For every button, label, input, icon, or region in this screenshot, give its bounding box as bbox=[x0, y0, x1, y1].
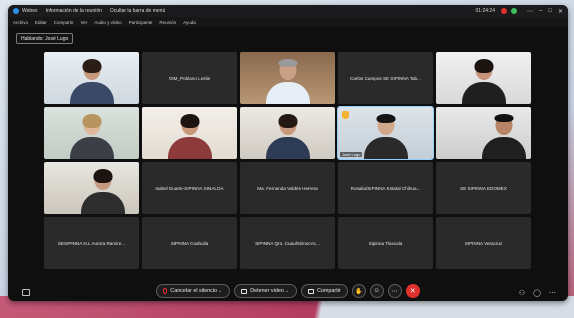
participant-tile[interactable]: OIM_Poblano Leslie bbox=[142, 52, 237, 104]
participant-video bbox=[167, 114, 213, 159]
participant-tile[interactable] bbox=[142, 107, 237, 159]
share-screen-icon bbox=[308, 288, 315, 294]
menu-ayuda[interactable]: Ayuda bbox=[183, 20, 196, 25]
raise-hand-icon bbox=[342, 111, 349, 119]
participant-name: SE SIPINNA EDOMEX bbox=[460, 185, 507, 191]
meeting-timer: 01:24:24 bbox=[475, 8, 495, 14]
unmute-button[interactable]: Cancelar el silencio ⌄ bbox=[156, 284, 231, 298]
participant-tile[interactable] bbox=[240, 52, 335, 104]
reactions-button[interactable]: ☺ bbox=[369, 284, 384, 298]
participant-name: José Lugo bbox=[340, 152, 363, 157]
share-button[interactable]: Compartir bbox=[301, 284, 348, 298]
chevron-down-icon[interactable]: ⌄ bbox=[285, 288, 289, 294]
minimize-icon[interactable]: – bbox=[539, 8, 542, 14]
participant-tile[interactable]: SIPINNA Coahuila bbox=[142, 217, 237, 269]
participant-tile[interactable] bbox=[436, 52, 531, 104]
menu-compartir[interactable]: Compartir bbox=[54, 20, 74, 25]
leave-meeting-button[interactable]: ✕ bbox=[405, 284, 420, 298]
participant-video bbox=[265, 114, 311, 159]
chevron-down-icon[interactable]: ⌄ bbox=[218, 288, 222, 294]
participant-name: Sipinna Tlaxcala bbox=[368, 240, 403, 246]
microphone-muted-icon bbox=[163, 288, 168, 294]
participant-name: SIPINNA Qro. CuauhtémocAc... bbox=[255, 240, 320, 246]
menu-editar[interactable]: Editar bbox=[35, 20, 47, 25]
video-grid: OIM_Poblano Leslie Carlos Campos SE SIPI… bbox=[44, 52, 531, 301]
meeting-controls: Cancelar el silencio ⌄ Detener video ⌄ C… bbox=[8, 281, 568, 301]
more-icon[interactable]: ⋯ bbox=[549, 289, 556, 297]
participant-video bbox=[80, 169, 126, 214]
menu-reunion[interactable]: Reunión bbox=[159, 20, 176, 25]
participant-tile[interactable]: SE SIPINNA EDOMEX bbox=[436, 162, 531, 214]
participant-tile[interactable]: SESIPINNA N.L Aurora Ramire... bbox=[44, 217, 139, 269]
menu-participante[interactable]: Participante bbox=[129, 20, 153, 25]
participant-video bbox=[69, 59, 115, 104]
webex-logo-icon bbox=[13, 8, 19, 14]
more-options-button[interactable]: ⋯ bbox=[387, 284, 402, 298]
panel-controls: ⚇ ◯ ⋯ bbox=[511, 289, 556, 297]
more-icon[interactable]: ⋯ bbox=[527, 8, 533, 15]
captions-icon[interactable] bbox=[22, 289, 30, 296]
participant-name: Carlos Campos SE SIPINNA Tab... bbox=[350, 75, 421, 81]
participant-name: OIM_Poblano Leslie bbox=[168, 75, 211, 81]
participant-name: Isabel Duarte-SIPINNA SINALOA bbox=[155, 185, 224, 191]
maximize-icon[interactable]: □ bbox=[548, 8, 552, 14]
participant-video bbox=[265, 59, 311, 104]
participant-video bbox=[69, 114, 115, 159]
app-name: Webex bbox=[22, 8, 38, 14]
active-speaker-label: Hablando: José Lugo bbox=[16, 33, 74, 44]
participant-tile[interactable]: Carlos Campos SE SIPINNA Tab... bbox=[338, 52, 433, 104]
participant-name: SIPINNA Coahuila bbox=[170, 240, 209, 246]
menu-audio-video[interactable]: Audio y vídeo bbox=[94, 20, 121, 25]
menu-ver[interactable]: Ver bbox=[81, 20, 88, 25]
share-label: Compartir bbox=[317, 288, 341, 294]
participant-tile[interactable] bbox=[44, 52, 139, 104]
recording-icon bbox=[501, 8, 507, 14]
participant-name: Rosalia/SIPINNA Estatal Chihua... bbox=[350, 185, 421, 191]
menu-archivo[interactable]: Archivo bbox=[13, 20, 28, 25]
participant-tile[interactable]: Sipinna Tlaxcala bbox=[338, 217, 433, 269]
raise-hand-button[interactable]: ✋ bbox=[351, 284, 366, 298]
participant-tile[interactable]: José Lugo bbox=[337, 106, 434, 160]
participant-tile[interactable]: Isabel Duarte-SIPINNA SINALOA bbox=[142, 162, 237, 214]
chat-icon[interactable]: ◯ bbox=[533, 289, 541, 297]
participant-name: SIPINNA Veracruz bbox=[464, 240, 503, 246]
participant-tile[interactable] bbox=[44, 162, 139, 214]
participant-tile[interactable]: Rosalia/SIPINNA Estatal Chihua... bbox=[338, 162, 433, 214]
hide-menu-button[interactable]: Ocultar la barra de menú bbox=[110, 8, 165, 14]
participant-tile[interactable]: SIPINNA Qro. CuauhtémocAc... bbox=[240, 217, 335, 269]
title-bar: Webex Información de la reunión Ocultar … bbox=[8, 5, 568, 17]
participant-tile[interactable] bbox=[240, 107, 335, 159]
participant-tile[interactable] bbox=[436, 107, 531, 159]
camera-icon bbox=[241, 288, 248, 294]
participant-tile[interactable] bbox=[44, 107, 139, 159]
menu-bar: Archivo Editar Compartir Ver Audio y víd… bbox=[8, 17, 568, 27]
stop-video-label: Detener video bbox=[250, 288, 284, 294]
meeting-info-link[interactable]: Información de la reunión bbox=[45, 8, 101, 14]
close-icon[interactable]: ✕ bbox=[558, 8, 563, 15]
participant-tile[interactable]: Ma. Fernanda Valdés Herrera bbox=[240, 162, 335, 214]
participant-video bbox=[461, 59, 507, 104]
participant-tile[interactable]: SIPINNA Veracruz bbox=[436, 217, 531, 269]
participant-video bbox=[481, 114, 527, 159]
participant-video bbox=[363, 114, 409, 159]
unmute-label: Cancelar el silencio bbox=[170, 288, 218, 294]
stop-video-button[interactable]: Detener video ⌄ bbox=[234, 284, 298, 298]
participant-name: SESIPINNA N.L Aurora Ramire... bbox=[57, 240, 126, 246]
webex-window: Webex Información de la reunión Ocultar … bbox=[8, 5, 568, 301]
connection-icon bbox=[511, 8, 517, 14]
participant-name: Ma. Fernanda Valdés Herrera bbox=[257, 185, 318, 191]
participants-icon[interactable]: ⚇ bbox=[519, 289, 525, 297]
